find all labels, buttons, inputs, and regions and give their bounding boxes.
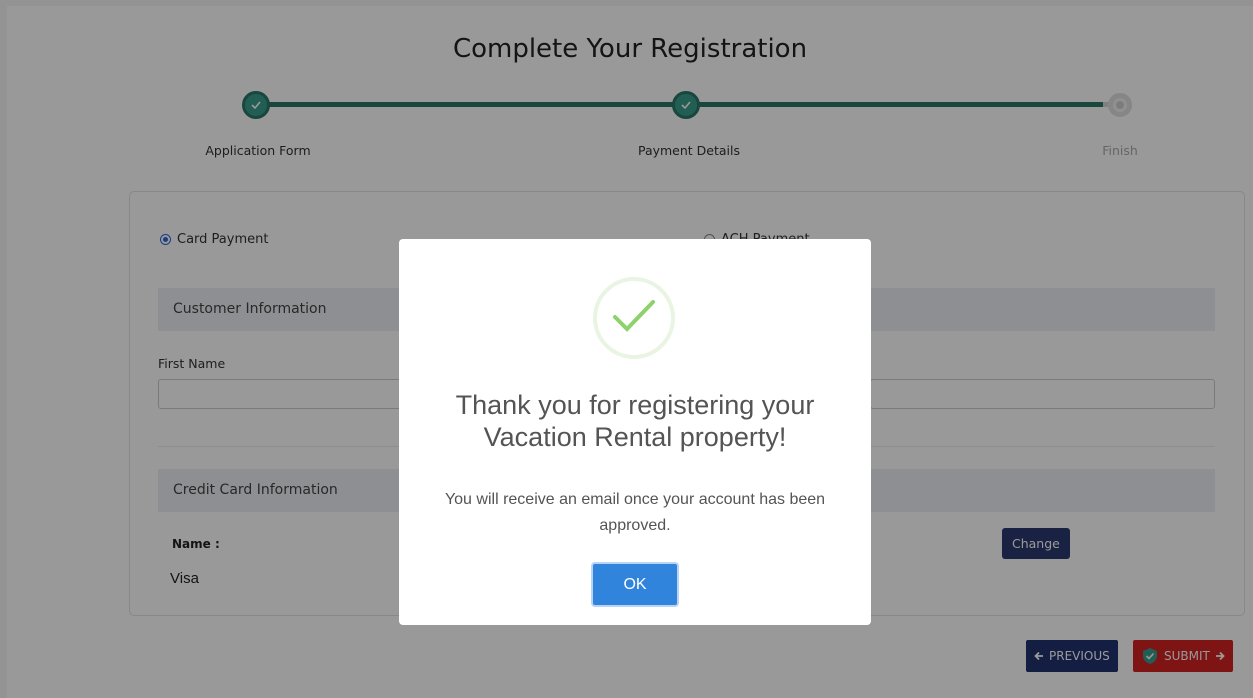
dialog-title: Thank you for registering your Vacation … xyxy=(455,390,815,452)
ok-button[interactable]: OK xyxy=(591,562,679,607)
dialog-message: You will receive an email once your acco… xyxy=(444,491,826,534)
check-icon xyxy=(613,300,655,332)
success-dialog: Thank you for registering your Vacation … xyxy=(399,239,871,625)
success-indicator xyxy=(593,277,675,359)
